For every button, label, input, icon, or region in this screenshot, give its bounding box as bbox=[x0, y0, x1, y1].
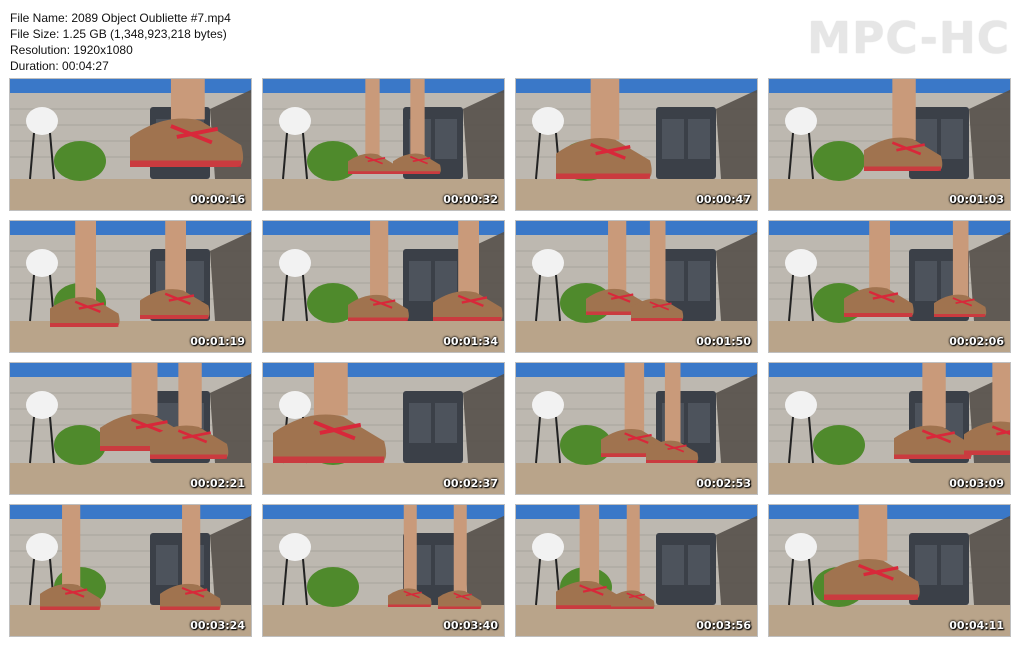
video-thumbnail: 00:02:06 bbox=[768, 220, 1011, 353]
thumbnail-image bbox=[769, 505, 1010, 636]
timestamp-label: 00:03:24 bbox=[190, 619, 245, 632]
thumbnail-image bbox=[516, 363, 757, 494]
timestamp-label: 00:00:16 bbox=[190, 193, 245, 206]
thumbnail-image bbox=[10, 505, 251, 636]
timestamp-label: 00:00:47 bbox=[696, 193, 751, 206]
video-thumbnail: 00:01:19 bbox=[9, 220, 252, 353]
timestamp-label: 00:02:37 bbox=[443, 477, 498, 490]
timestamp-label: 00:01:50 bbox=[696, 335, 751, 348]
thumbnail-image bbox=[263, 505, 504, 636]
video-thumbnail: 00:02:21 bbox=[9, 362, 252, 495]
timestamp-label: 00:02:53 bbox=[696, 477, 751, 490]
thumbnail-image bbox=[263, 79, 504, 210]
thumbnail-image bbox=[263, 221, 504, 352]
duration: Duration: 00:04:27 bbox=[10, 59, 109, 73]
thumbnail-image bbox=[769, 363, 1010, 494]
thumbnail-image bbox=[516, 221, 757, 352]
video-thumbnail: 00:00:32 bbox=[262, 78, 505, 211]
thumbnail-sheet: File Name: 2089 Object Oubliette #7.mp4 … bbox=[0, 0, 1024, 646]
timestamp-label: 00:00:32 bbox=[443, 193, 498, 206]
video-thumbnail: 00:01:03 bbox=[768, 78, 1011, 211]
timestamp-label: 00:03:09 bbox=[949, 477, 1004, 490]
video-thumbnail: 00:02:37 bbox=[262, 362, 505, 495]
file-info: File Name: 2089 Object Oubliette #7.mp4 … bbox=[10, 10, 231, 74]
timestamp-label: 00:01:19 bbox=[190, 335, 245, 348]
timestamp-label: 00:01:03 bbox=[949, 193, 1004, 206]
thumbnail-image bbox=[10, 79, 251, 210]
thumbnail-image bbox=[263, 363, 504, 494]
resolution: Resolution: 1920x1080 bbox=[10, 43, 133, 57]
thumbnail-grid: 00:00:16 00:00:32 00:00:47 00:01:03 00:0… bbox=[9, 78, 1011, 637]
video-thumbnail: 00:01:50 bbox=[515, 220, 758, 353]
video-thumbnail: 00:03:56 bbox=[515, 504, 758, 637]
video-thumbnail: 00:03:09 bbox=[768, 362, 1011, 495]
timestamp-label: 00:01:34 bbox=[443, 335, 498, 348]
thumbnail-image bbox=[516, 79, 757, 210]
timestamp-label: 00:02:21 bbox=[190, 477, 245, 490]
video-thumbnail: 00:02:53 bbox=[515, 362, 758, 495]
timestamp-label: 00:03:56 bbox=[696, 619, 751, 632]
thumbnail-image bbox=[10, 221, 251, 352]
thumbnail-image bbox=[769, 79, 1010, 210]
timestamp-label: 00:02:06 bbox=[949, 335, 1004, 348]
video-thumbnail: 00:04:11 bbox=[768, 504, 1011, 637]
thumbnail-image bbox=[10, 363, 251, 494]
video-thumbnail: 00:03:40 bbox=[262, 504, 505, 637]
timestamp-label: 00:03:40 bbox=[443, 619, 498, 632]
file-size: File Size: 1.25 GB (1,348,923,218 bytes) bbox=[10, 27, 227, 41]
file-name: File Name: 2089 Object Oubliette #7.mp4 bbox=[10, 11, 231, 25]
video-thumbnail: 00:03:24 bbox=[9, 504, 252, 637]
mpc-hc-logo: MPC-HC bbox=[807, 13, 1010, 64]
video-thumbnail: 00:01:34 bbox=[262, 220, 505, 353]
video-thumbnail: 00:00:16 bbox=[9, 78, 252, 211]
thumbnail-image bbox=[516, 505, 757, 636]
timestamp-label: 00:04:11 bbox=[949, 619, 1004, 632]
thumbnail-image bbox=[769, 221, 1010, 352]
video-thumbnail: 00:00:47 bbox=[515, 78, 758, 211]
